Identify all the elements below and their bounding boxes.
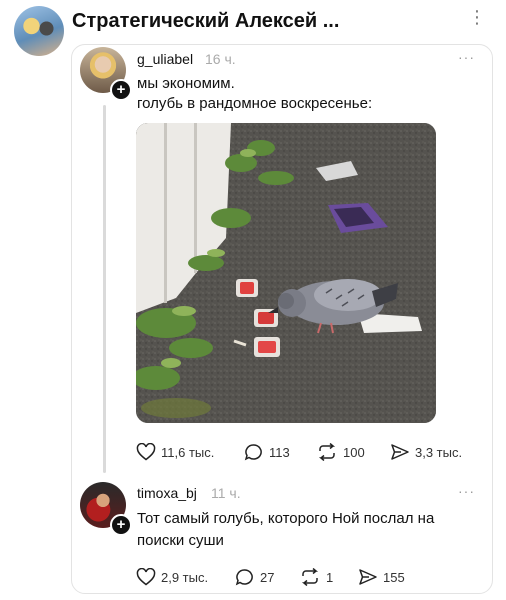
share-count: 155 xyxy=(383,569,405,585)
channel-avatar[interactable] xyxy=(14,6,64,56)
share-button[interactable]: 155 xyxy=(358,568,405,586)
repost-icon xyxy=(318,443,336,461)
like-count: 11,6 тыс. xyxy=(161,444,215,460)
heart-icon xyxy=(136,568,156,586)
post-image[interactable] xyxy=(136,123,436,423)
post-text: мы экономим. голубь в рандомное воскресе… xyxy=(137,74,372,114)
comment-count: 113 xyxy=(269,444,290,460)
reply-more-icon[interactable]: ··· xyxy=(458,483,475,499)
post-timestamp: 16 ч. xyxy=(205,51,236,67)
channel-title[interactable]: Стратегический Алексей ... xyxy=(72,10,339,33)
repost-count: 100 xyxy=(343,444,365,460)
send-icon xyxy=(359,569,377,585)
like-button[interactable]: 2,9 тыс. xyxy=(136,568,208,586)
comment-bubble-icon xyxy=(235,569,253,586)
comment-count: 27 xyxy=(260,569,275,585)
reply-timestamp: 11 ч. xyxy=(211,485,241,501)
pigeon-photo-icon xyxy=(136,123,436,423)
reply-username[interactable]: timoxa_bj xyxy=(137,485,197,501)
repost-icon xyxy=(301,568,319,586)
more-options-icon[interactable]: ⋮ xyxy=(468,8,486,26)
reply-text-line: Тот самый голубь, которого Ной послал на xyxy=(137,510,435,527)
thread-header: Стратегический Алексей ... ⋮ xyxy=(0,0,506,56)
post-card: + g_uliabel 16 ч. ··· мы экономим. голуб… xyxy=(71,44,493,594)
post-text-line: мы экономим. xyxy=(137,75,235,92)
reply-text-line: поиски суши xyxy=(137,532,224,549)
comment-button[interactable]: 27 xyxy=(235,568,274,586)
repost-button[interactable]: 1 xyxy=(299,568,333,586)
comment-button[interactable]: 113 xyxy=(244,443,290,461)
like-count: 2,9 тыс. xyxy=(161,569,209,585)
send-icon xyxy=(391,444,409,460)
share-count: 3,3 тыс. xyxy=(415,444,463,460)
thread-connector-line xyxy=(103,105,106,473)
repost-button[interactable]: 100 xyxy=(316,443,365,461)
heart-icon xyxy=(136,443,156,461)
follow-plus-icon[interactable]: + xyxy=(110,514,132,536)
post-text-line: голубь в рандомное воскресенье: xyxy=(137,95,373,112)
like-button[interactable]: 11,6 тыс. xyxy=(136,443,214,461)
share-button[interactable]: 3,3 тыс. xyxy=(390,443,462,461)
repost-count: 1 xyxy=(326,569,334,585)
post-username[interactable]: g_uliabel xyxy=(137,51,193,67)
comment-bubble-icon xyxy=(244,444,262,461)
post-more-icon[interactable]: ··· xyxy=(458,49,475,65)
follow-plus-icon[interactable]: + xyxy=(110,79,132,101)
reply-text: Тот самый голубь, которого Ной послал на… xyxy=(137,508,467,552)
